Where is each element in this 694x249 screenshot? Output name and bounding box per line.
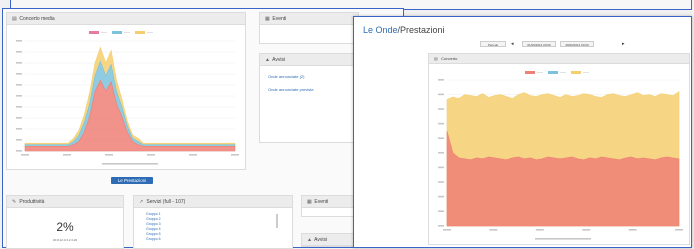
panel-title: Avvisi bbox=[272, 57, 286, 63]
x-tick-label bbox=[21, 154, 29, 156]
productivity-value: 2% bbox=[56, 220, 74, 234]
bell-icon: ▲ bbox=[265, 57, 270, 63]
period-select[interactable]: Periodo bbox=[480, 41, 506, 47]
y-tick-label bbox=[438, 108, 444, 110]
y-tick-label bbox=[438, 166, 444, 169]
bell-icon: ▲ bbox=[307, 237, 312, 243]
panel-header: ▦ Eventi bbox=[260, 13, 358, 25]
list-item[interactable]: Gruppo 6 bbox=[146, 237, 161, 242]
y-tick-label bbox=[16, 117, 22, 119]
x-tick-label bbox=[231, 154, 239, 156]
start-date-field[interactable]: 01/09/2014 00:00 bbox=[522, 41, 556, 47]
legend-swatch-blue bbox=[547, 70, 558, 74]
x-tick-label bbox=[147, 154, 155, 156]
concerto-panel: ▤ Concerto —— —— —— bbox=[428, 53, 690, 245]
panel-title: Eventi bbox=[314, 199, 329, 205]
y-tick-label bbox=[438, 79, 444, 81]
bar-chart-icon: ▤ bbox=[434, 56, 438, 61]
y-tick-label bbox=[438, 93, 444, 96]
chart-legend: —— —— —— bbox=[521, 70, 589, 74]
panel-header: ▤ Concerto bbox=[429, 54, 689, 64]
x-tick-label bbox=[535, 229, 544, 231]
produttivita-panel: ✎ Produttività 2% 30.8.12.0.3.2.3.20 bbox=[6, 195, 124, 249]
wrench-icon: ✎ bbox=[12, 199, 17, 205]
breadcrumb-link[interactable]: Le Onde bbox=[363, 25, 398, 35]
y-tick-label bbox=[16, 150, 22, 152]
y-tick-label bbox=[16, 139, 22, 141]
concerto-area-chart bbox=[16, 40, 239, 165]
scrollbar[interactable] bbox=[276, 214, 278, 228]
dashboard-window: ▤ Concerto media —— —— —— ▦ Eventi ▲ Avv… bbox=[2, 8, 404, 249]
y-tick-label bbox=[438, 210, 444, 212]
concerto-chart-panel: ▤ Concerto media —— —— —— bbox=[6, 12, 246, 170]
services-list: Gruppo 1 Gruppo 2 Gruppo 3 Gruppo 4 Grup… bbox=[146, 212, 161, 242]
y-tick-label bbox=[16, 95, 22, 97]
y-tick-label bbox=[438, 122, 444, 125]
legend-swatch-blue bbox=[111, 30, 122, 34]
panel-header: ▲ Avvisi bbox=[260, 54, 358, 66]
panel-title: Eventi bbox=[272, 16, 287, 22]
x-tick-label bbox=[628, 229, 637, 231]
bar-chart-icon: ▤ bbox=[12, 16, 17, 22]
y-tick-label bbox=[438, 152, 444, 154]
prestazioni-button[interactable]: Le Prestazioni bbox=[111, 177, 153, 184]
y-tick-label bbox=[16, 51, 22, 53]
legend-swatch-yellow bbox=[134, 30, 145, 34]
y-tick-label bbox=[16, 106, 22, 108]
panel-title: Concerto bbox=[441, 56, 458, 61]
panel-title: Produttività bbox=[19, 199, 45, 205]
x-tick-label bbox=[105, 154, 113, 156]
productivity-subtext: 30.8.12.0.3.2.3.20 bbox=[52, 238, 78, 242]
panel-title: Concerto media bbox=[19, 16, 55, 22]
y-tick-label bbox=[438, 225, 444, 227]
avvisi-link[interactable]: Onde annunciate previste bbox=[268, 87, 314, 92]
calendar-icon: ▦ bbox=[307, 199, 312, 205]
panel-header: ✎ Produttività bbox=[7, 196, 123, 208]
x-tick-label bbox=[489, 229, 498, 231]
legend-swatch-red bbox=[525, 70, 535, 74]
y-tick-label bbox=[16, 40, 22, 42]
chart-icon: ↗ bbox=[139, 199, 144, 205]
x-axis-caption bbox=[102, 163, 158, 165]
x-tick-label bbox=[63, 154, 71, 156]
avvisi-panel: ▲ Avvisi Onde annunciate (2) Onde annunc… bbox=[259, 53, 359, 143]
y-tick-label bbox=[16, 62, 22, 64]
panel-title: Servizi (full - 107) bbox=[146, 199, 186, 205]
panel-header: ↗ Servizi (full - 107) bbox=[134, 196, 292, 208]
panel-title: Avvisi bbox=[314, 237, 328, 243]
panel-header: ▤ Concerto media bbox=[7, 13, 245, 25]
calendar-icon: ▦ bbox=[265, 16, 270, 22]
x-tick-label bbox=[582, 229, 591, 231]
y-tick-label bbox=[16, 84, 22, 86]
legend-swatch-red bbox=[89, 30, 99, 34]
eventi-panel: ▦ Eventi bbox=[259, 12, 359, 44]
end-date-field[interactable]: 30/09/2014 00:00 bbox=[560, 41, 594, 47]
y-tick-label bbox=[438, 137, 444, 139]
page-title: Le Onde/Prestazioni bbox=[363, 25, 445, 35]
y-tick-label bbox=[16, 128, 22, 130]
breadcrumb-current: /Prestazioni bbox=[397, 25, 445, 35]
x-tick-label bbox=[443, 229, 451, 231]
x-axis-caption bbox=[535, 238, 591, 240]
prestazioni-area-chart bbox=[438, 79, 683, 240]
y-tick-label bbox=[438, 195, 444, 198]
prev-arrow-icon[interactable]: ◂ bbox=[511, 41, 514, 47]
servizi-panel: ↗ Servizi (full - 107) Gruppo 1 Gruppo 2… bbox=[133, 195, 293, 249]
next-arrow-icon[interactable]: ▸ bbox=[622, 41, 625, 47]
chart-legend: —— —— —— bbox=[85, 30, 153, 34]
prestazioni-window: Le Onde/Prestazioni Periodo ◂ 01/09/2014… bbox=[353, 16, 692, 248]
avvisi-link[interactable]: Onde annunciate (2) bbox=[268, 74, 304, 79]
series-area bbox=[24, 79, 236, 152]
y-tick-label bbox=[16, 73, 22, 75]
x-tick-label bbox=[189, 154, 197, 156]
y-tick-label bbox=[438, 181, 444, 183]
x-tick-label bbox=[675, 229, 683, 231]
legend-swatch-yellow bbox=[570, 70, 581, 74]
